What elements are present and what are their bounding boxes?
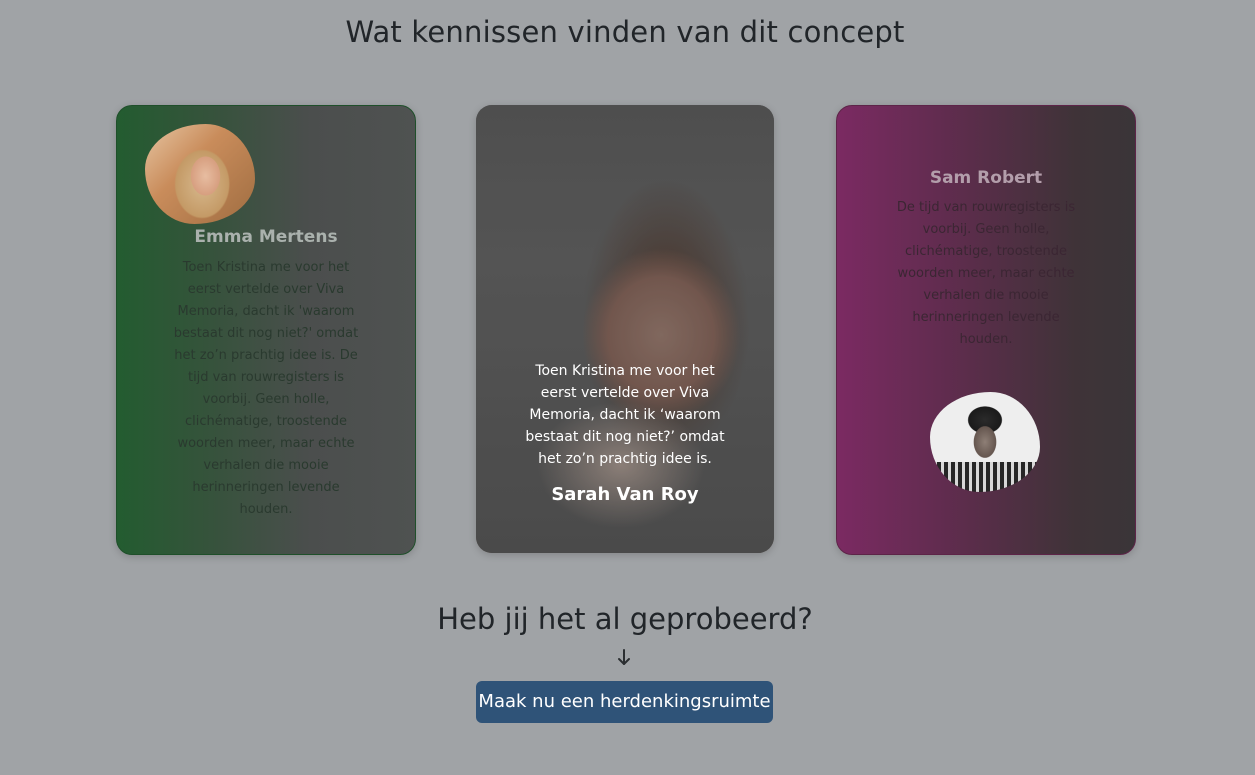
testimonial-card-emma: Emma Mertens Toen Kristina me voor het e… — [116, 105, 416, 555]
avatar-sam — [930, 392, 1040, 492]
testimonial-name: Sarah Van Roy — [551, 484, 699, 505]
testimonial-name: Sam Robert — [929, 168, 1043, 188]
testimonial-card-sam: Sam Robert De tijd van rouwregisters is … — [836, 105, 1136, 555]
testimonial-card-sarah: Toen Kristina me voor het eerst vertelde… — [476, 105, 774, 553]
testimonial-text: Toen Kristina me voor het eerst vertelde… — [173, 260, 359, 517]
avatar-emma — [145, 124, 255, 224]
arrow-down-icon — [618, 649, 630, 665]
cta-title: Heb jij het al geprobeerd? — [437, 602, 813, 636]
testimonial-text: Toen Kristina me voor het eerst vertelde… — [525, 363, 725, 467]
testimonial-text: De tijd van rouwregisters is voorbij. Ge… — [896, 200, 1076, 347]
section-title: Wat kennissen vinden van dit concept — [345, 15, 905, 49]
create-memorial-button[interactable]: Maak nu een herdenkingsruimte — [476, 681, 773, 723]
testimonial-name: Emma Mertens — [194, 227, 338, 247]
